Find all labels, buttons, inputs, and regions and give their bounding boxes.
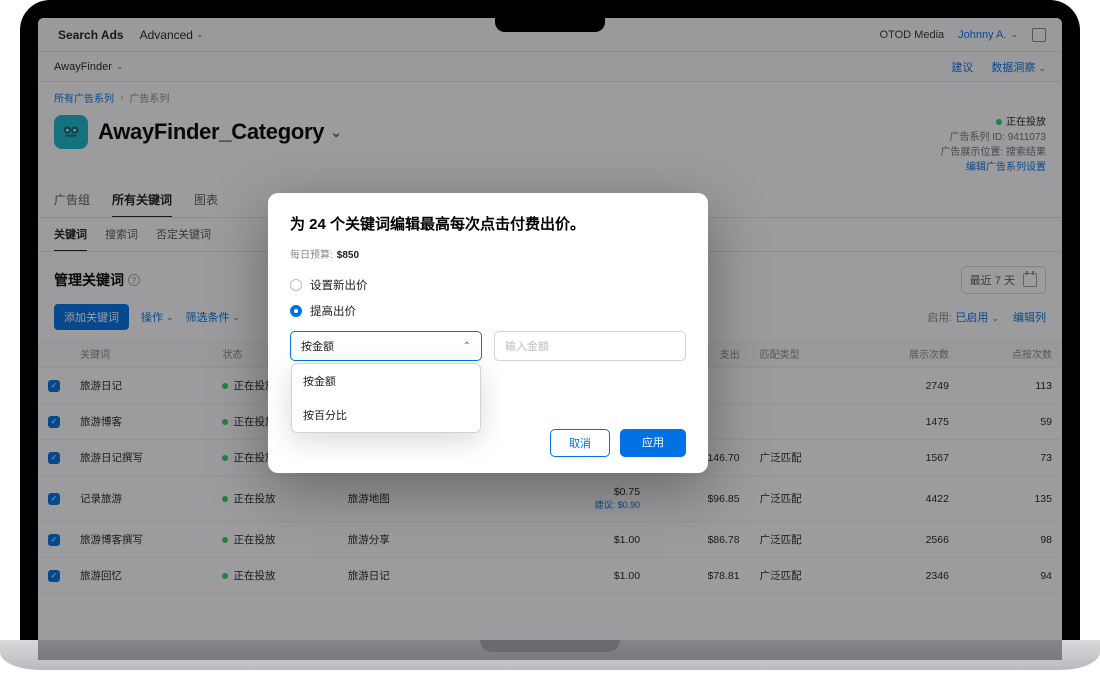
edit-bid-modal: 为 24 个关键词编辑最高每次点击付费出价。 每日预算:$850 设置新出价 提… [268,193,708,473]
chevron-up-icon: ⌃ [463,341,471,352]
increase-type-select[interactable]: 按金额 ⌃ 按金额 按百分比 [290,331,482,361]
amount-input[interactable]: 输入金额 [494,331,686,361]
radio-set-new-bid[interactable]: 设置新出价 [290,277,686,293]
radio-on-icon [290,305,302,317]
radio-increase-bid[interactable]: 提高出价 [290,303,686,319]
apply-button[interactable]: 应用 [620,429,686,457]
daily-budget: 每日预算:$850 [290,246,686,261]
cancel-button[interactable]: 取消 [550,429,610,457]
radio-off-icon [290,279,302,291]
option-by-amount[interactable]: 按金额 [292,364,480,398]
option-by-percent[interactable]: 按百分比 [292,398,480,432]
modal-title: 为 24 个关键词编辑最高每次点击付费出价。 [290,213,686,234]
increase-type-dropdown: 按金额 按百分比 [291,363,481,433]
